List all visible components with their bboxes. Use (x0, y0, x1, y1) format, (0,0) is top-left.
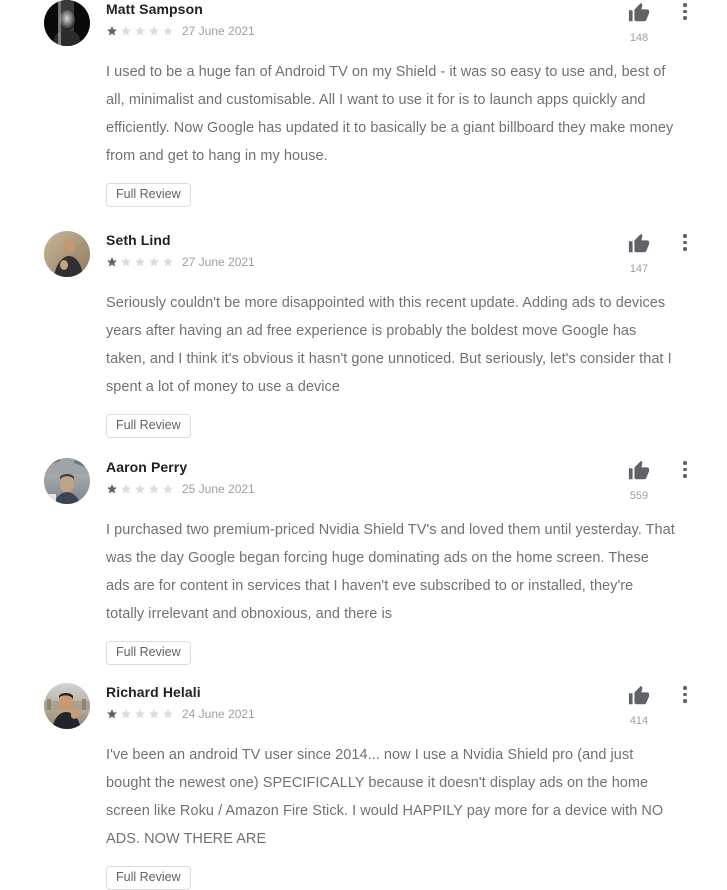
review-separator (0, 665, 727, 683)
star-icon (120, 256, 132, 268)
star-icon (162, 25, 174, 37)
review-header: Richard Helali 24 June 2021 414 (44, 683, 703, 729)
thumb-up-icon[interactable] (628, 685, 650, 711)
review-item: Seth Lind 27 June 2021 147 Seriously couldn… (0, 231, 727, 438)
review-body: I purchased two premium-priced Nvidia Sh… (106, 522, 675, 622)
more-options-icon[interactable] (683, 234, 687, 251)
review-date: 25 June 2021 (182, 482, 255, 496)
thumb-up-icon[interactable] (628, 2, 650, 28)
star-icon (120, 708, 132, 720)
star-icon (106, 25, 118, 37)
review-header: Matt Sampson 27 June 2021 148 (44, 0, 703, 46)
helpful-count: 559 (629, 490, 649, 502)
star-icon (148, 256, 160, 268)
review-item: Matt Sampson 27 June 2021 148 I used to be … (0, 0, 727, 207)
avatar (44, 458, 90, 504)
review-actions: 414 (611, 683, 703, 728)
full-review-button[interactable]: Full Review (106, 866, 191, 890)
thumb-up-icon[interactable] (628, 460, 650, 486)
star-rating (106, 256, 176, 268)
review-separator (0, 438, 727, 458)
review-date: 27 June 2021 (182, 255, 255, 269)
star-rating (106, 483, 176, 495)
star-icon (120, 25, 132, 37)
review-actions: 147 (611, 231, 703, 276)
full-review-button[interactable]: Full Review (106, 641, 191, 665)
more-options-button[interactable] (667, 0, 703, 25)
full-review-button[interactable]: Full Review (106, 414, 191, 438)
more-options-icon[interactable] (683, 3, 687, 20)
star-icon (162, 708, 174, 720)
star-icon (120, 483, 132, 495)
star-icon (106, 256, 118, 268)
helpful-button[interactable]: 559 (611, 458, 667, 503)
full-review-button[interactable]: Full Review (106, 183, 191, 207)
star-icon (148, 483, 160, 495)
star-rating (106, 708, 176, 720)
star-rating (106, 25, 176, 37)
star-icon (162, 256, 174, 268)
review-item: Richard Helali 24 June 2021 414 I've been a… (0, 683, 727, 890)
star-icon (148, 25, 160, 37)
more-options-button[interactable] (667, 683, 703, 708)
more-options-button[interactable] (667, 231, 703, 256)
star-icon (106, 483, 118, 495)
review-header: Aaron Perry 25 June 2021 559 (44, 458, 703, 504)
review-header: Seth Lind 27 June 2021 147 (44, 231, 703, 277)
more-options-icon[interactable] (683, 686, 687, 703)
full-review-row: Full Review (106, 183, 703, 207)
star-icon (134, 483, 146, 495)
helpful-button[interactable]: 148 (611, 0, 667, 45)
review-separator (0, 207, 727, 231)
star-icon (134, 256, 146, 268)
review-body: I've been an android TV user since 2014.… (106, 747, 664, 847)
review-date: 24 June 2021 (182, 707, 255, 721)
star-icon (148, 708, 160, 720)
helpful-button[interactable]: 414 (611, 683, 667, 728)
star-icon (134, 708, 146, 720)
full-review-row: Full Review (106, 641, 703, 665)
thumb-up-icon[interactable] (628, 233, 650, 259)
star-icon (106, 708, 118, 720)
review-actions: 559 (611, 458, 703, 503)
review-item: Aaron Perry 25 June 2021 559 I purchased tw… (0, 458, 727, 665)
star-icon (162, 483, 174, 495)
avatar (44, 231, 90, 277)
helpful-count: 148 (629, 32, 649, 44)
review-date: 27 June 2021 (182, 24, 255, 38)
avatar (44, 683, 90, 729)
helpful-button[interactable]: 147 (611, 231, 667, 276)
helpful-count: 147 (629, 263, 649, 275)
helpful-count: 414 (629, 715, 649, 727)
reviews-list: Matt Sampson 27 June 2021 148 I used to be … (0, 0, 727, 890)
review-body: Seriously couldn't be more disappointed … (106, 295, 672, 395)
more-options-button[interactable] (667, 458, 703, 483)
more-options-icon[interactable] (683, 461, 687, 478)
star-icon (134, 25, 146, 37)
review-actions: 148 (611, 0, 703, 45)
review-body: I used to be a huge fan of Android TV on… (106, 64, 674, 164)
avatar (44, 0, 90, 46)
full-review-row: Full Review (106, 866, 703, 890)
full-review-row: Full Review (106, 414, 703, 438)
